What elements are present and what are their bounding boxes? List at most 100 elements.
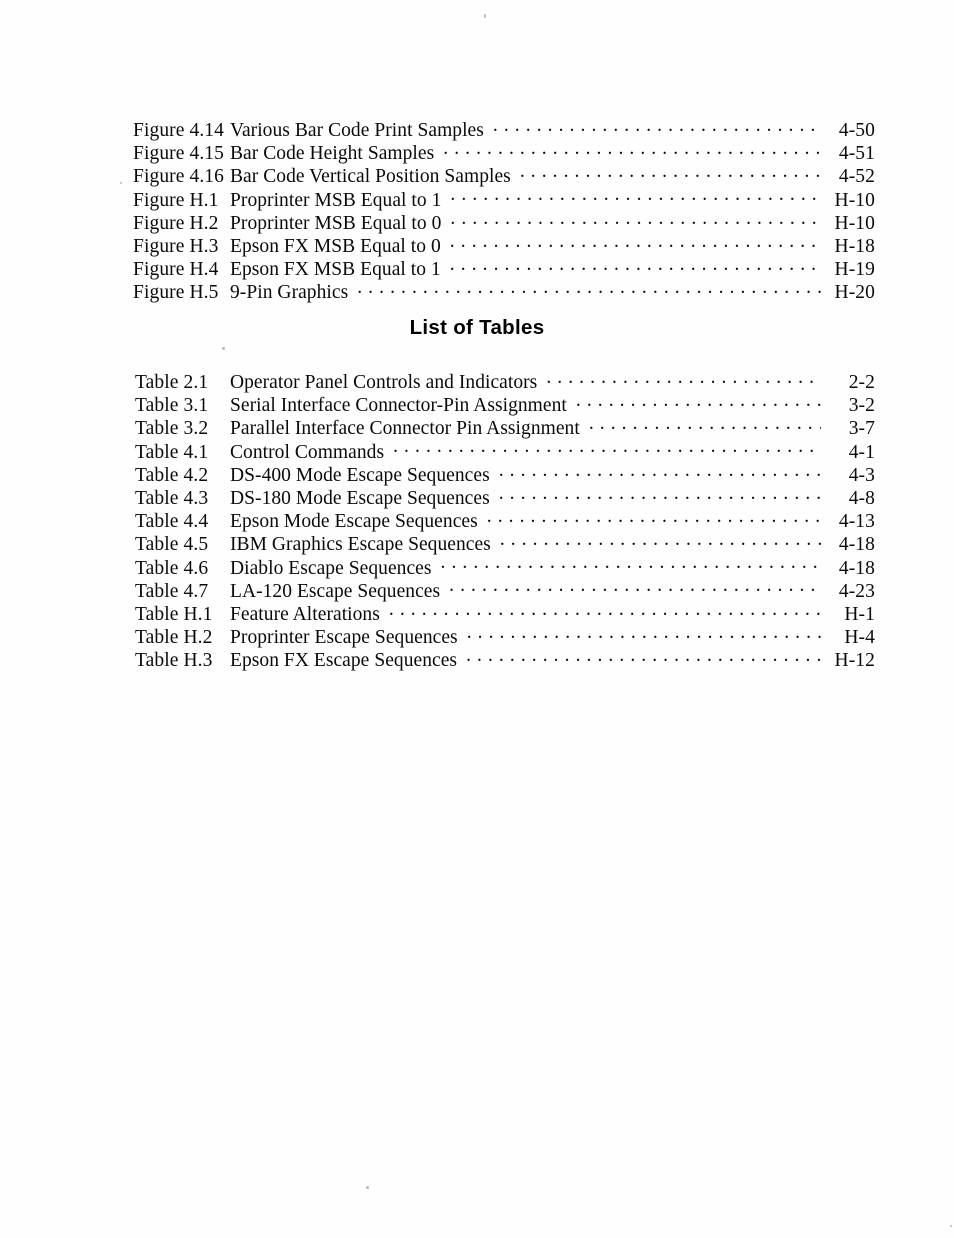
toc-entry-page-number: 2-2 (848, 372, 875, 393)
toc-entry-label: Figure H.2 (133, 212, 219, 234)
table-list-row[interactable]: Table 4.3 DS-180 Mode Escape Sequences 4-8 (133, 485, 875, 509)
toc-entry-page-number: 4-1 (848, 441, 875, 463)
dot-leader (520, 163, 821, 182)
toc-entry-title: Control Commands (230, 441, 385, 463)
dot-leader (443, 140, 821, 159)
toc-entry-title: Parallel Interface Connector Pin Assignm… (230, 418, 580, 440)
toc-entry-label: Figure H.4 (133, 259, 219, 281)
toc-entry-label: Figure H.5 (133, 282, 219, 304)
dot-leader (499, 462, 821, 481)
figure-list-row[interactable]: Figure H.2 Proprinter MSB Equal to 0 H-10 (133, 210, 875, 234)
dot-leader (450, 210, 821, 229)
toc-entry-page-number: 4-52 (838, 166, 875, 188)
dot-leader (466, 647, 821, 666)
list-of-tables-heading: List of Tables (409, 316, 545, 339)
document-page: Figure 4.14 Various Bar Code Print Sample… (0, 0, 954, 1238)
scan-speck (484, 14, 486, 18)
dot-leader (487, 508, 821, 527)
table-list-row[interactable]: Table 4.6 Diablo Escape Sequences 4-18 (133, 555, 875, 579)
toc-entry-page-number: 4-18 (838, 534, 875, 556)
toc-entry-title: DS-400 Mode Escape Sequences (230, 464, 490, 486)
toc-entry-title: Epson Mode Escape Sequences (230, 511, 478, 533)
toc-entry-page-number: H-4 (844, 627, 875, 649)
toc-entry-page-number: 4-51 (838, 143, 875, 165)
table-list-row[interactable]: Table 4.5 IBM Graphics Escape Sequences 4-… (133, 531, 875, 556)
toc-entry-label: Table 2.1 (135, 372, 209, 393)
table-list-row[interactable]: Table 2.1 Operator Panel Controls and Ind… (133, 369, 875, 393)
toc-entry-page-number: 4-3 (848, 464, 875, 486)
toc-entry-title: Diablo Escape Sequences (230, 557, 432, 579)
toc-entry-title: 9-Pin Graphics (230, 282, 349, 304)
toc-entry-label: Figure 4.15 (133, 143, 225, 165)
toc-entry-label: Table 4.7 (135, 580, 209, 602)
toc-entry-label: Table H.2 (135, 627, 213, 649)
toc-entry-label: Table 4.6 (135, 557, 209, 579)
dot-leader (450, 187, 821, 206)
dot-leader (546, 369, 821, 388)
toc-entry-label: Figure H.3 (133, 235, 219, 257)
toc-entry-page-number: H-20 (834, 282, 875, 304)
dot-leader (357, 279, 821, 298)
dot-leader (576, 392, 821, 411)
toc-entry-label: Table 4.1 (135, 441, 209, 463)
toc-entry-label: Table 4.2 (135, 464, 209, 486)
toc-entry-page-number: 4-13 (838, 511, 875, 533)
table-list-row[interactable]: Table 3.2 Parallel Interface Connector Pi… (133, 415, 875, 440)
dot-leader (450, 233, 821, 252)
toc-entry-label: Table 4.4 (135, 511, 209, 533)
toc-entry-page-number: H-1 (844, 603, 875, 625)
figure-list-row[interactable]: Figure H.4 Epson FX MSB Equal to 1 H-19 (133, 256, 875, 281)
table-list-row[interactable]: Table H.2 Proprinter Escape Sequences H-4 (133, 624, 875, 649)
dot-leader (389, 601, 821, 620)
list-of-tables: Table 2.1 Operator Panel Controls and Ind… (133, 369, 875, 672)
toc-entry-title: Bar Code Vertical Position Samples (230, 166, 511, 188)
list-of-figures: Figure 4.14 Various Bar Code Print Sample… (133, 117, 875, 303)
dot-leader (450, 256, 821, 275)
toc-entry-label: Table 4.3 (135, 487, 209, 509)
toc-entry-label: Table H.3 (135, 650, 213, 672)
figure-list-row[interactable]: Figure H.1 Proprinter MSB Equal to 1 H-10 (133, 187, 875, 211)
dot-leader (449, 578, 821, 597)
toc-entry-label: Table 3.2 (135, 418, 209, 440)
figure-list-row[interactable]: Figure 4.15Bar Code Height Samples 4-51 (133, 140, 875, 165)
toc-entry-page-number: 3-7 (848, 418, 875, 440)
toc-entry-page-number: H-19 (834, 259, 875, 281)
toc-entry-title: LA-120 Escape Sequences (230, 580, 441, 602)
toc-entry-title: Proprinter Escape Sequences (230, 627, 458, 649)
scan-speck (222, 347, 225, 350)
table-list-row[interactable]: Table 4.7 LA-120 Escape Sequences 4-23 (133, 578, 875, 602)
toc-entry-title: Epson FX Escape Sequences (230, 650, 458, 672)
toc-entry-title: Epson FX MSB Equal to 1 (230, 259, 441, 281)
figure-list-row[interactable]: Figure H.3 Epson FX MSB Equal to 0 H-18 (133, 233, 875, 257)
toc-entry-title: Serial Interface Connector-Pin Assignmen… (230, 395, 567, 417)
dot-leader (499, 485, 821, 504)
toc-entry-page-number: H-10 (834, 189, 875, 211)
toc-entry-title: IBM Graphics Escape Sequences (230, 534, 491, 556)
figure-list-row[interactable]: Figure H.5 9-Pin Graphics H-20 (133, 279, 875, 304)
table-list-row[interactable]: Table H.1 Feature Alterations H-1 (133, 601, 875, 625)
table-list-row[interactable]: Table 4.2 DS-400 Mode Escape Sequences 4-3 (133, 462, 875, 486)
dot-leader (393, 439, 821, 458)
toc-entry-label: Figure 4.14 (133, 120, 225, 141)
dot-leader (493, 117, 821, 136)
toc-entry-title: Proprinter MSB Equal to 0 (230, 212, 442, 234)
table-list-row[interactable]: Table 3.1 Serial Interface Connector-Pin … (133, 392, 875, 417)
dot-leader (467, 624, 821, 643)
toc-entry-page-number: H-10 (834, 212, 875, 234)
figure-list-row[interactable]: Figure 4.14 Various Bar Code Print Sample… (133, 117, 875, 141)
toc-entry-title: DS-180 Mode Escape Sequences (230, 487, 490, 509)
toc-entry-page-number: 4-8 (848, 487, 875, 509)
scan-speck (120, 182, 122, 184)
scan-speck (950, 1225, 952, 1227)
scan-speck (366, 1186, 369, 1189)
toc-entry-title: Bar Code Height Samples (230, 143, 435, 165)
toc-entry-page-number: H-12 (834, 650, 875, 672)
toc-entry-title: Epson FX MSB Equal to 0 (230, 235, 441, 257)
dot-leader (441, 555, 822, 574)
toc-entry-title: Proprinter MSB Equal to 1 (230, 189, 442, 211)
figure-list-row[interactable]: Figure 4.16 Bar Code Vertical Position Sa… (133, 163, 875, 188)
toc-entry-label: Table 3.1 (135, 395, 209, 417)
table-list-row[interactable]: Table 4.4 Epson Mode Escape Sequences 4-13 (133, 508, 875, 533)
table-list-row[interactable]: Table 4.1 Control Commands 4-1 (133, 439, 875, 463)
table-list-row[interactable]: Table H.3 Epson FX Escape Sequences H-12 (133, 647, 875, 672)
